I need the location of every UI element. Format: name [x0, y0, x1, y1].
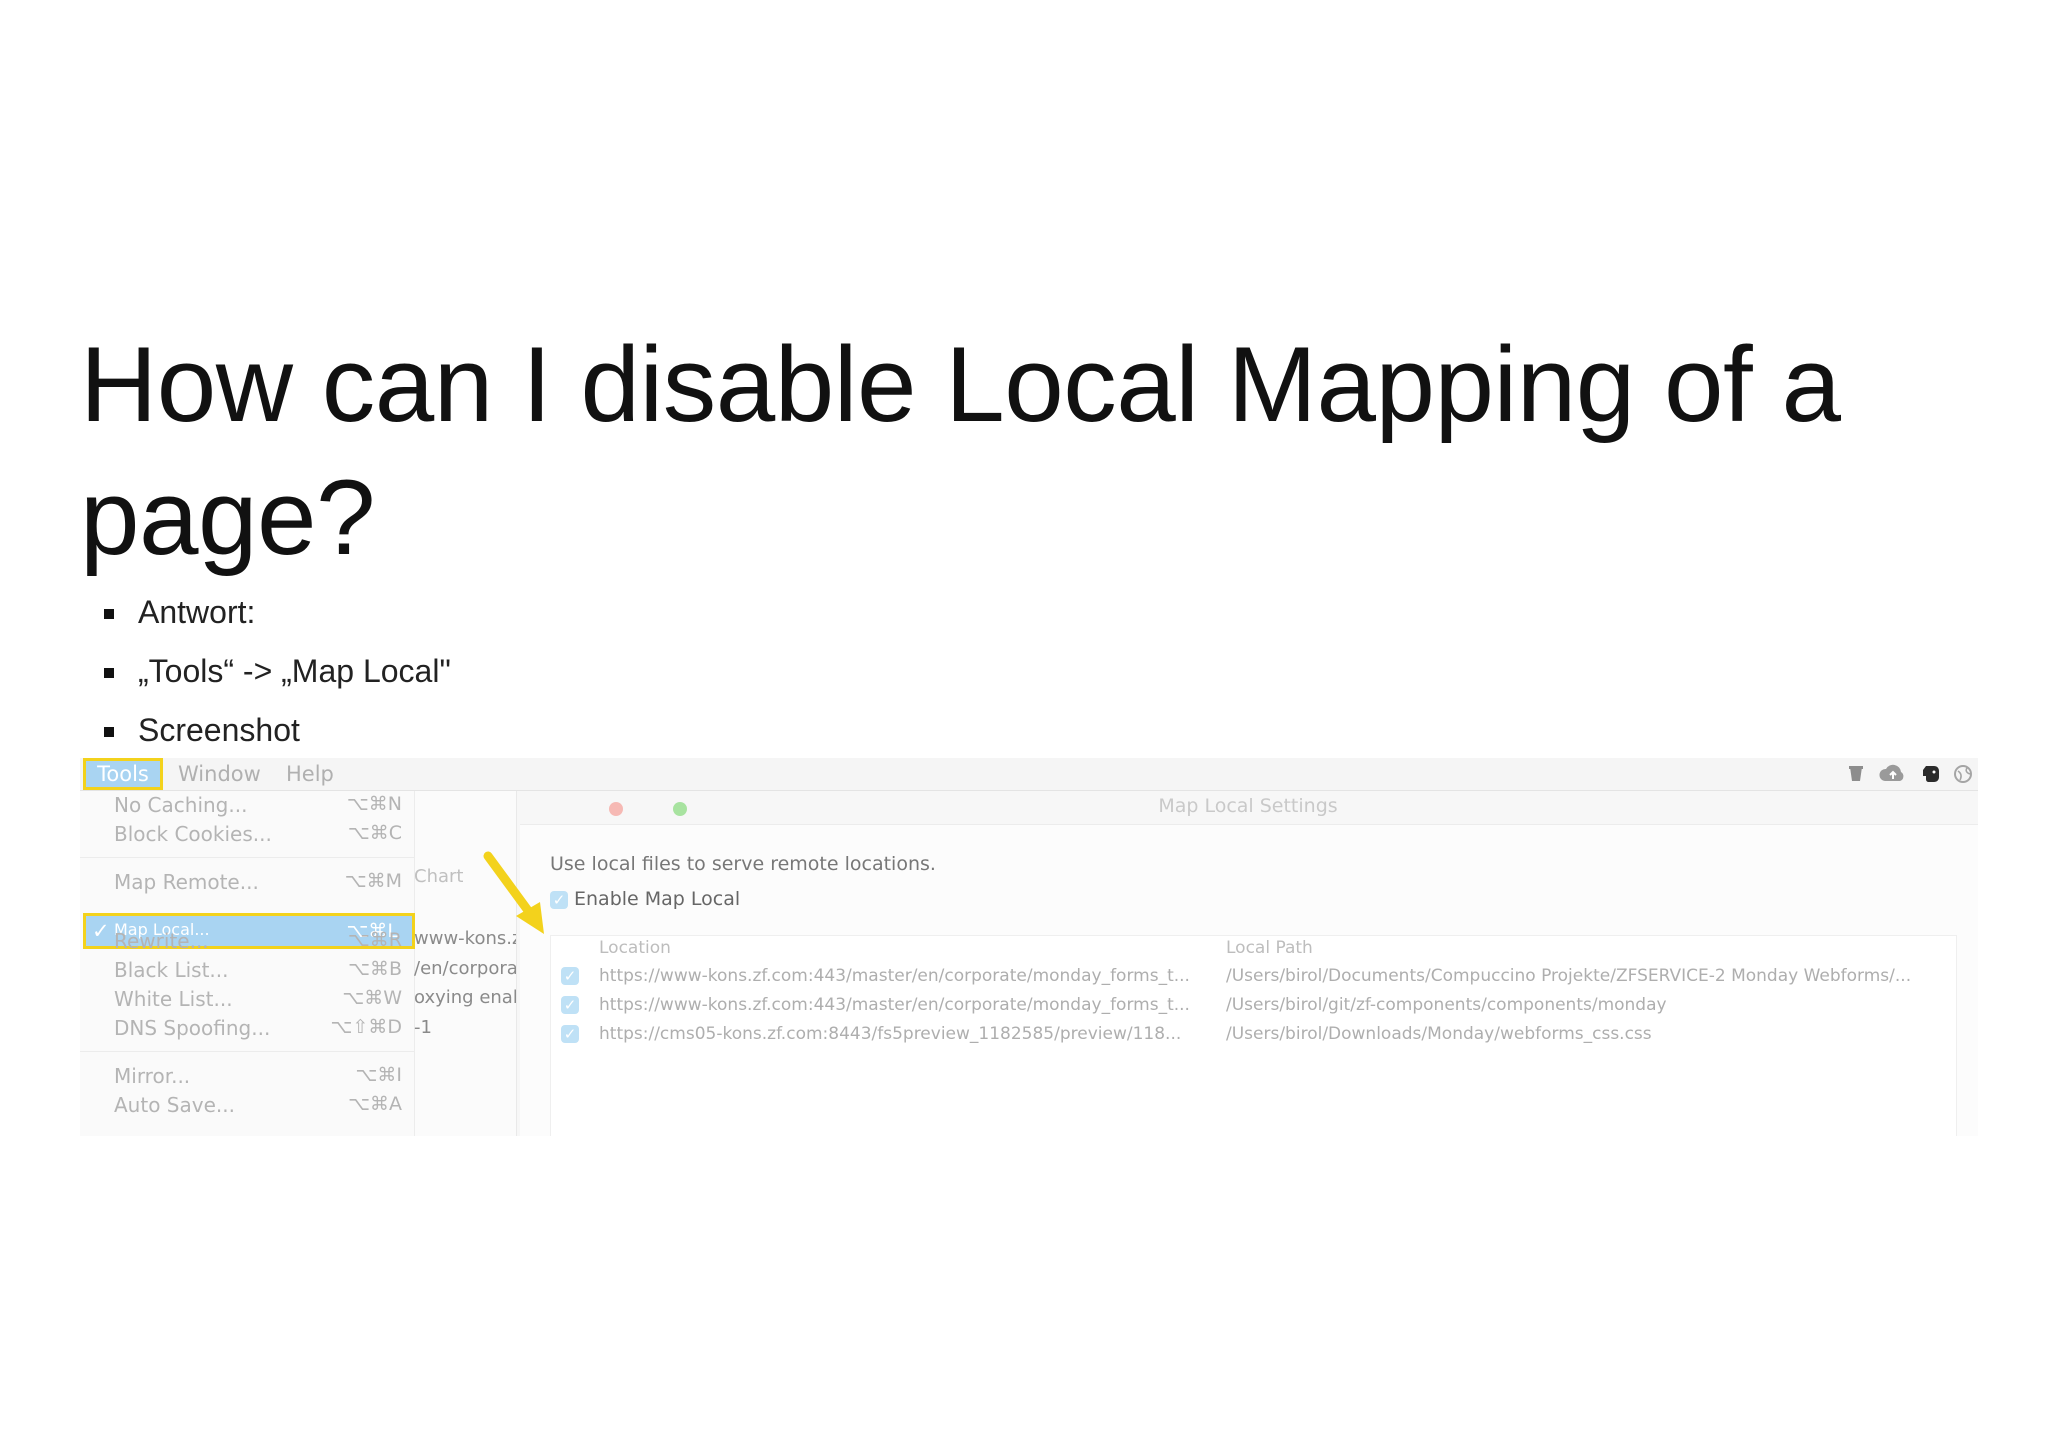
- background-text: -1: [414, 1017, 432, 1038]
- tools-dropdown-menu: No Caching... ⌥⌘N Block Cookies... ⌥⌘C M…: [80, 791, 415, 1136]
- slide-title: How can I disable Local Mapping of a pag…: [80, 324, 1841, 577]
- window-title: Map Local Settings: [1158, 795, 1338, 817]
- menu-item-auto-save[interactable]: Auto Save... ⌥⌘A: [80, 1091, 414, 1120]
- local-path-cell: /Users/birol/Downloads/Monday/webforms_c…: [1226, 1024, 1652, 1044]
- menu-tools[interactable]: Tools: [83, 758, 163, 790]
- menu-divider: [80, 857, 414, 858]
- menu-item-rewrite[interactable]: Rewrite... ⌥⌘R: [80, 927, 414, 956]
- enable-map-local-label: Enable Map Local: [574, 888, 741, 910]
- dialog-description: Use local files to serve remote location…: [550, 853, 936, 875]
- location-cell: https://cms05-kons.zf.com:8443/fs5previe…: [599, 1024, 1182, 1044]
- row-checkbox[interactable]: ✓: [561, 996, 579, 1014]
- table-row[interactable]: ✓ https://www-kons.zf.com:443/master/en/…: [551, 962, 1956, 991]
- location-cell: https://www-kons.zf.com:443/master/en/co…: [599, 966, 1190, 986]
- menu-help[interactable]: Help: [286, 762, 334, 786]
- location-cell: https://www-kons.zf.com:443/master/en/co…: [599, 995, 1190, 1015]
- enable-map-local-checkbox[interactable]: ✓ Enable Map Local: [550, 888, 740, 910]
- local-path-cell: /Users/birol/git/zf-components/component…: [1226, 995, 1667, 1015]
- row-checkbox[interactable]: ✓: [561, 1025, 579, 1043]
- bullet-item: Antwort:: [104, 590, 451, 649]
- jug-icon[interactable]: [1845, 763, 1867, 785]
- globe-icon[interactable]: [1952, 763, 1974, 785]
- screenshot-image: Tools Window Help No Caching... ⌥⌘N Bloc…: [80, 758, 1978, 1136]
- row-checkbox[interactable]: ✓: [561, 967, 579, 985]
- table-row[interactable]: ✓ https://cms05-kons.zf.com:8443/fs5prev…: [551, 1020, 1956, 1049]
- evernote-elephant-icon[interactable]: [1920, 763, 1942, 785]
- column-header-location[interactable]: Location: [599, 938, 671, 958]
- menu-item-block-cookies[interactable]: Block Cookies... ⌥⌘C: [80, 820, 414, 849]
- column-header-local-path[interactable]: Local Path: [1226, 938, 1313, 958]
- menu-divider: [80, 1051, 414, 1052]
- background-text: oxying enabl: [414, 987, 530, 1008]
- menu-item-dns-spoofing[interactable]: DNS Spoofing... ⌥⇧⌘D: [80, 1014, 414, 1043]
- menu-window[interactable]: Window: [178, 762, 261, 786]
- menu-item-black-list[interactable]: Black List... ⌥⌘B: [80, 956, 414, 985]
- menu-item-no-caching[interactable]: No Caching... ⌥⌘N: [80, 791, 414, 820]
- settings-panel: Use local files to serve remote location…: [520, 824, 1978, 1136]
- bullet-list: Antwort: „Tools“ -> „Map Local" Screensh…: [104, 590, 451, 767]
- menu-item-white-list[interactable]: White List... ⌥⌘W: [80, 985, 414, 1014]
- cloud-upload-icon[interactable]: [1878, 763, 1908, 785]
- bullet-item: „Tools“ -> „Map Local": [104, 649, 451, 708]
- table-row[interactable]: ✓ https://www-kons.zf.com:443/master/en/…: [551, 991, 1956, 1020]
- menu-item-map-remote[interactable]: Map Remote... ⌥⌘M: [80, 868, 414, 897]
- mappings-table: Location Local Path ✓ https://www-kons.z…: [550, 935, 1957, 1136]
- menu-bar: Tools Window Help: [80, 758, 1978, 791]
- background-text: /en/corpora: [414, 958, 518, 979]
- map-local-settings-window: Map Local Settings Use local files to se…: [516, 791, 1978, 1136]
- arrow-annotation-icon: [483, 851, 544, 934]
- menu-item-mirror[interactable]: Mirror... ⌥⌘I: [80, 1062, 414, 1091]
- background-text: Chart: [414, 866, 464, 887]
- local-path-cell: /Users/birol/Documents/Compuccino Projek…: [1226, 966, 1912, 986]
